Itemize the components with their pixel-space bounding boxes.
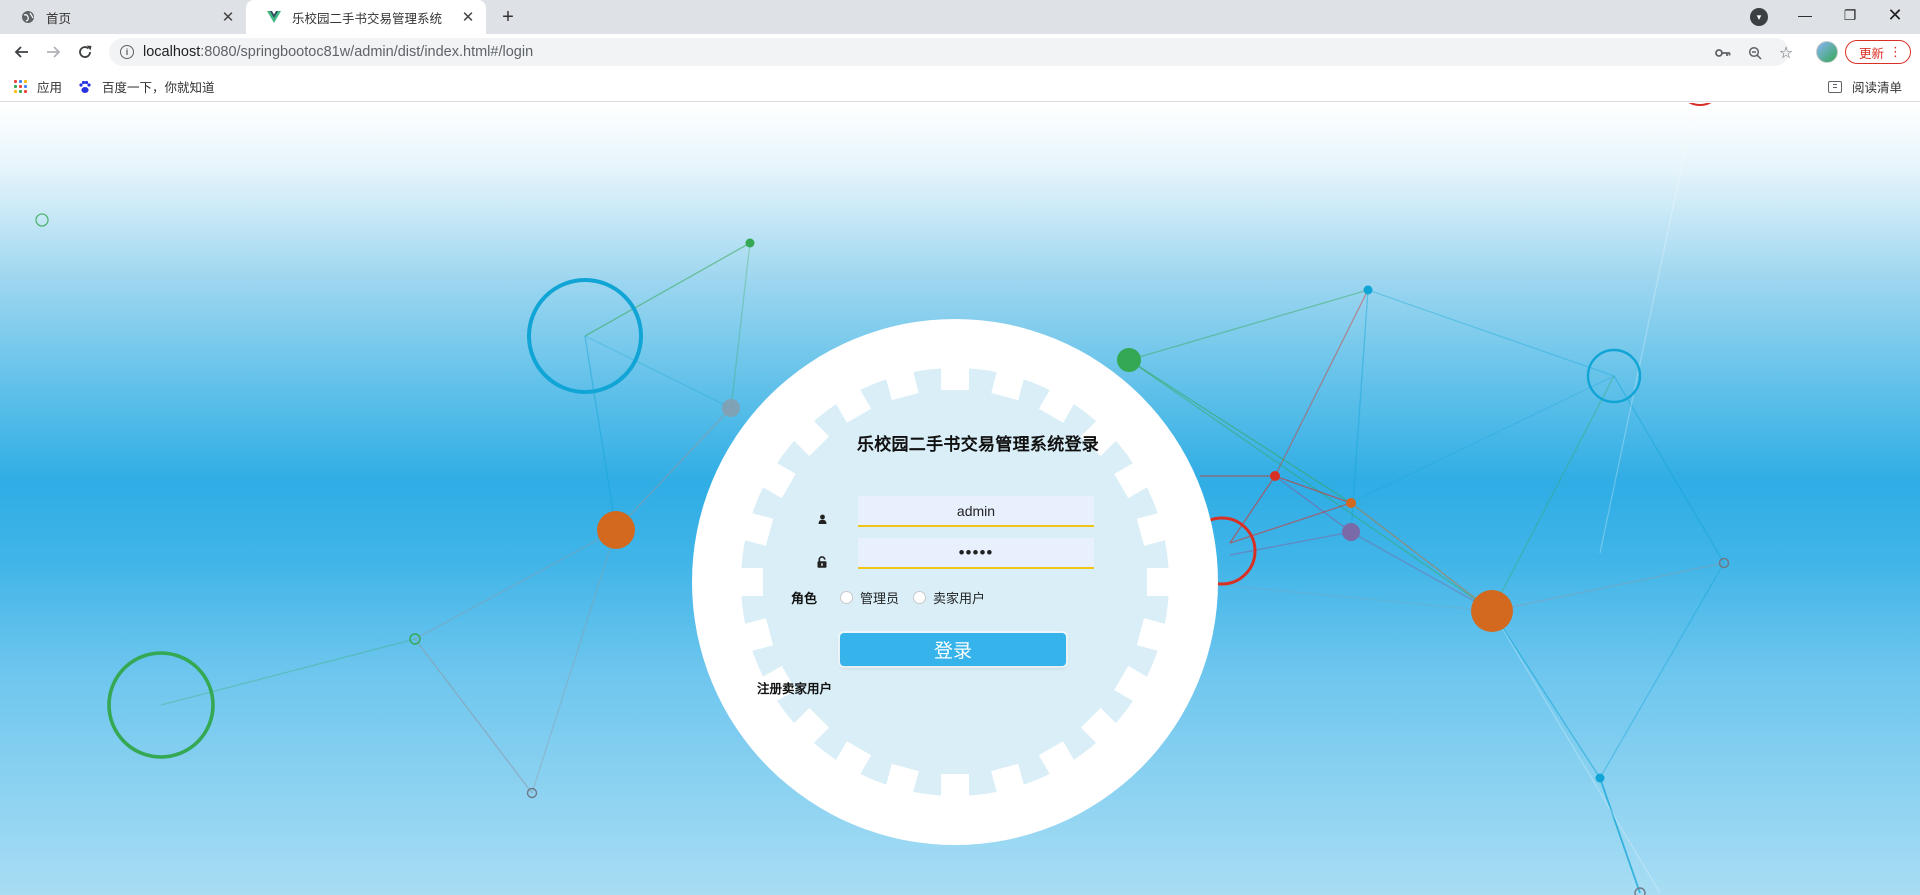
close-icon[interactable]: ✕: [218, 7, 238, 27]
new-tab-button[interactable]: +: [494, 5, 522, 29]
login-page: 乐校园二手书交易管理系统登录 角色 管理员 卖家用户 登录 注册卖家用户: [0, 103, 1920, 895]
profile-avatar[interactable]: [1816, 41, 1838, 63]
lock-icon: [815, 555, 829, 569]
register-seller-link[interactable]: 注册卖家用户: [757, 678, 832, 697]
page-title: 乐校园二手书交易管理系统登录: [856, 435, 1100, 454]
reload-icon[interactable]: [71, 38, 99, 66]
login-panel: 乐校园二手书交易管理系统登录 角色 管理员 卖家用户 登录 注册卖家用户: [691, 319, 1219, 845]
apps-grid-icon: [14, 80, 27, 93]
globe-icon: [20, 9, 36, 25]
bookmark-label: 应用: [37, 81, 63, 95]
username-field[interactable]: [858, 496, 1094, 527]
tab-login[interactable]: 乐校园二手书交易管理系统 ✕: [246, 0, 486, 34]
browser-tab-strip: 首页 ✕ 乐校园二手书交易管理系统 ✕ + ▾ — ❐ ✕: [0, 0, 1920, 34]
tab-title: 乐校园二手书交易管理系统: [292, 11, 443, 26]
minimize-button[interactable]: —: [1782, 0, 1828, 30]
bookmark-baidu[interactable]: 百度一下，你就知道: [78, 77, 215, 96]
key-icon[interactable]: [1714, 44, 1732, 62]
info-icon[interactable]: i: [120, 45, 134, 59]
url-text: localhost:8080/springbootoc81w/admin/dis…: [143, 44, 534, 60]
radio-label: 卖家用户: [933, 591, 986, 606]
radio-circle[interactable]: [840, 591, 853, 604]
user-icon: [815, 512, 829, 526]
restore-button[interactable]: ❐: [1827, 0, 1873, 30]
bookmark-apps[interactable]: 应用: [14, 77, 62, 96]
bookmarks-bar: 应用 百度一下，你就知道 阅读清单: [0, 70, 1920, 102]
forward-arrow-icon[interactable]: [39, 38, 67, 66]
tab-search-icon[interactable]: ▾: [1750, 8, 1768, 26]
role-radio-seller[interactable]: 卖家用户: [913, 588, 985, 607]
vue-logo-icon: [266, 9, 282, 25]
update-button[interactable]: 更新 ⋮: [1845, 40, 1911, 64]
login-button[interactable]: 登录: [840, 633, 1066, 666]
address-bar[interactable]: i localhost:8080/springbootoc81w/admin/d…: [109, 38, 1793, 66]
role-radio-admin[interactable]: 管理员: [840, 588, 899, 607]
bookmark-label: 百度一下，你就知道: [102, 81, 215, 95]
reading-list-button[interactable]: 阅读清单: [1827, 77, 1902, 96]
browser-toolbar: i localhost:8080/springbootoc81w/admin/d…: [0, 34, 1920, 70]
close-icon[interactable]: ✕: [458, 7, 478, 27]
login-form: 乐校园二手书交易管理系统登录 角色 管理员 卖家用户 登录 注册卖家用户: [691, 319, 1219, 845]
back-arrow-icon[interactable]: [8, 38, 36, 66]
baidu-paw-icon: [78, 80, 92, 94]
role-label: 角色: [791, 591, 818, 606]
tab-title: 首页: [46, 11, 72, 26]
tab-home[interactable]: 首页 ✕: [0, 0, 246, 34]
reading-list-icon: [1827, 80, 1842, 93]
close-window-button[interactable]: ✕: [1872, 0, 1918, 30]
bookmark-star-icon[interactable]: ☆: [1777, 44, 1795, 62]
reading-list-label: 阅读清单: [1851, 81, 1902, 95]
radio-circle[interactable]: [913, 591, 926, 604]
password-field[interactable]: [858, 538, 1094, 569]
zoom-icon[interactable]: [1746, 44, 1764, 62]
radio-label: 管理员: [860, 591, 900, 606]
more-menu-icon[interactable]: ⋮: [1889, 43, 1902, 61]
